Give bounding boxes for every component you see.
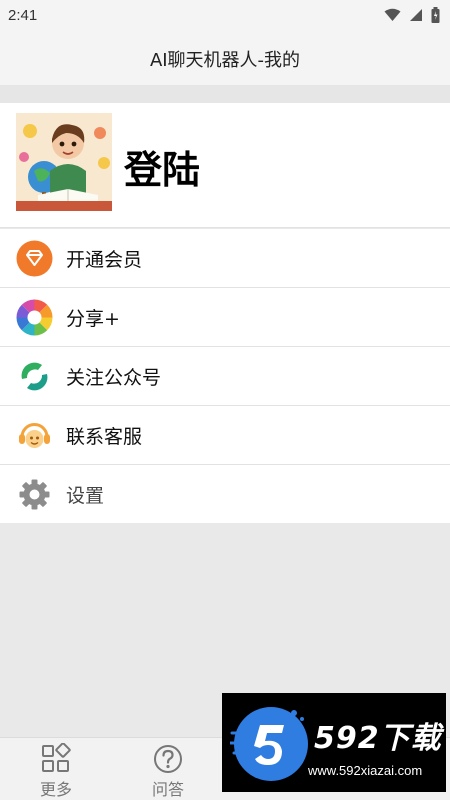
menu-item-label: 分享+ [66, 307, 120, 330]
page-title: AI聊天机器人-我的 [149, 49, 301, 71]
grid-icon [42, 743, 71, 772]
menu-item-label: 开通会员 [66, 248, 143, 271]
menu-list: 开通会员 分享+ 关注公众号 联系客服 设置 [0, 229, 450, 523]
menu-item-label: 联系客服 [66, 425, 143, 448]
status-icons [384, 7, 440, 23]
tab-more[interactable]: 更多 [16, 738, 96, 800]
section-divider [0, 85, 450, 103]
share-icon [16, 299, 53, 336]
tab-label: 更多 [39, 780, 72, 799]
tab-label: 问答 [151, 780, 184, 799]
watermark-url: www.592xiazai.com [308, 763, 423, 778]
gear-icon [19, 479, 50, 510]
wifi-icon [384, 8, 401, 21]
login-label[interactable]: 登陆 [124, 139, 200, 194]
menu-item-share[interactable]: 分享+ [0, 288, 450, 347]
profile-card[interactable]: 登陆 [0, 103, 450, 228]
menu-item-label: 设置 [66, 484, 105, 507]
question-icon [154, 745, 182, 773]
menu-item-official-account[interactable]: 关注公众号 [0, 347, 450, 406]
tab-qa[interactable]: 问答 [128, 738, 208, 800]
menu-item-label: 关注公众号 [66, 366, 162, 389]
status-bar: 2:41 [0, 0, 450, 32]
app-header: AI聊天机器人-我的 [0, 32, 450, 85]
watermark-logo-icon [230, 707, 308, 781]
menu-item-vip[interactable]: 开通会员 [0, 229, 450, 288]
official-account-icon [16, 358, 53, 395]
status-time: 2:41 [8, 7, 38, 24]
menu-item-customer-service[interactable]: 联系客服 [0, 406, 450, 465]
battery-icon [431, 7, 440, 23]
signal-icon [410, 9, 422, 21]
diamond-icon [16, 240, 53, 277]
watermark-brand: 592下载 [314, 721, 442, 756]
watermark: 592下载 www.592xiazai.com [222, 693, 446, 792]
customer-service-icon [19, 423, 50, 448]
menu-item-settings[interactable]: 设置 [0, 465, 450, 523]
avatar[interactable] [16, 113, 112, 211]
